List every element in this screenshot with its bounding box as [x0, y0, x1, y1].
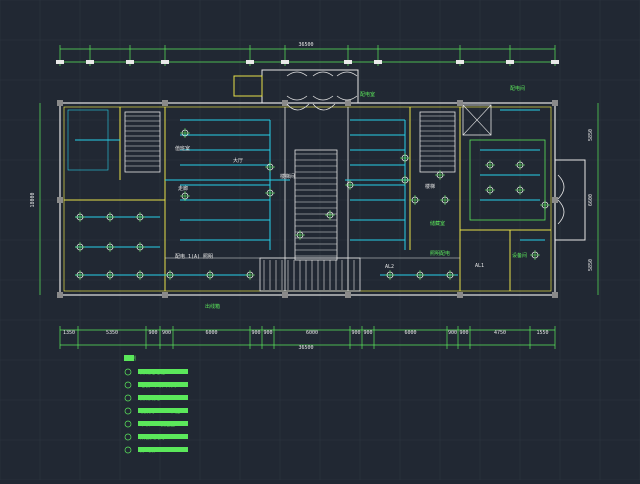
switch-icon [124, 381, 132, 389]
label-room-c: 楼梯间 [280, 173, 295, 180]
cad-drawing-viewport[interactable]: 36500 值班室 大厅 楼梯间 走廊 配电 1(A) 照明 配电间 配电室 储… [0, 0, 640, 481]
dimension-marker [506, 60, 514, 64]
dimension-marker [551, 60, 559, 64]
structural-column [282, 100, 288, 106]
legend-item-label: 双管荧光灯 [140, 434, 165, 441]
dimension-marker [281, 60, 289, 64]
legend-item-label: 吸顶灯 40W 节能 [140, 408, 180, 415]
top-dimension-chain: 36500 [56, 42, 559, 66]
legend-item-label: 单相二三极插座 [140, 421, 175, 428]
structural-column [552, 100, 558, 106]
label-room-a: 值班室 [175, 145, 190, 152]
bottom-dimension-value: 6000 [404, 330, 416, 336]
ceiling-lamp-icon [124, 407, 132, 415]
bottom-dimension-value: 6000 [306, 330, 318, 336]
label-room-f: 储藏室 [430, 220, 445, 227]
bottom-total-dimension: 36500 [298, 345, 313, 351]
bottom-dimension-value: 900 [148, 330, 157, 336]
structural-column [457, 292, 463, 298]
outlet-icon [124, 420, 132, 428]
structural-column [552, 292, 558, 298]
legend-item-label: 排气扇 [140, 447, 155, 454]
distribution-box-icon [124, 368, 132, 376]
legend-item-label: 照明线路 [140, 395, 160, 402]
structural-column [57, 292, 63, 298]
legend-item-label: 暗装 单联 开关 [140, 382, 176, 389]
structural-column [345, 100, 351, 106]
label-note-b: 出线箱 [205, 303, 220, 310]
bottom-dimension-value: 4750 [494, 330, 506, 336]
dimension-marker [56, 60, 64, 64]
structural-column [57, 100, 63, 106]
label-room-b: 大厅 [233, 157, 243, 164]
label-note-d: 照明配电 [430, 250, 450, 257]
label-note-c: AL1 [475, 263, 484, 269]
left-dimension: 18000 [30, 192, 36, 207]
exhaust-fan-icon [124, 446, 132, 454]
bottom-dimension-value: 900 [363, 330, 372, 336]
drawing-legend: 图例 照明配电箱暗装 单联 开关照明线路吸顶灯 40W 节能单相二三极插座双管荧… [124, 355, 188, 454]
dimension-marker [344, 60, 352, 64]
dimension-marker [86, 60, 94, 64]
legend-item-label: 照明配电箱 [140, 369, 165, 376]
side-dimension-chains: 18000 5850 6600 5850 [30, 103, 599, 295]
bottom-dimension-value: 1350 [63, 330, 75, 336]
floor-plan-drawing: 36500 值班室 大厅 楼梯间 走廊 配电 1(A) 照明 配电间 配电室 储… [0, 0, 640, 481]
bottom-dimension-value: 900 [448, 330, 457, 336]
bottom-dimension-value: 1550 [536, 330, 548, 336]
structural-column [162, 292, 168, 298]
legend-title: 图例 [126, 355, 136, 362]
right-dimension-3: 5850 [588, 259, 594, 271]
structural-column [345, 292, 351, 298]
dimension-marker [374, 60, 382, 64]
structural-column [57, 197, 63, 203]
bottom-dimension-value: 900 [351, 330, 360, 336]
structural-column [457, 100, 463, 106]
building-walls [59, 69, 586, 296]
right-dimension-2: 6600 [588, 194, 594, 206]
entrance-doors [286, 71, 565, 225]
label-note-a: 配电 1(A) 照明 [175, 253, 213, 260]
bottom-dimension-value: 900 [251, 330, 260, 336]
label-room-h: 设备间 [512, 252, 527, 259]
bottom-dimension-value: 5350 [106, 330, 118, 336]
room-labels: 值班室 大厅 楼梯间 走廊 配电 1(A) 照明 配电间 配电室 储藏室 楼梯 … [175, 85, 527, 310]
bottom-dimension-value: 6000 [205, 330, 217, 336]
bottom-dimension-value: 900 [459, 330, 468, 336]
dimension-marker [126, 60, 134, 64]
label-note-e: AL2 [385, 264, 394, 270]
bottom-dimension-value: 900 [162, 330, 171, 336]
right-dimension-1: 5850 [588, 129, 594, 141]
top-total-dimension: 36500 [298, 42, 313, 48]
label-room-g: 楼梯 [425, 183, 435, 190]
structural-column [282, 292, 288, 298]
bottom-dimension-value: 900 [263, 330, 272, 336]
dimension-marker [456, 60, 464, 64]
dimension-marker [246, 60, 254, 64]
label-switch-room: 配电间 [510, 85, 525, 92]
label-room-e: 配电室 [360, 91, 375, 98]
double-lamp-icon [124, 433, 132, 441]
label-room-d: 走廊 [178, 185, 188, 192]
structural-column [552, 197, 558, 203]
dimension-marker [161, 60, 169, 64]
structural-column [162, 100, 168, 106]
